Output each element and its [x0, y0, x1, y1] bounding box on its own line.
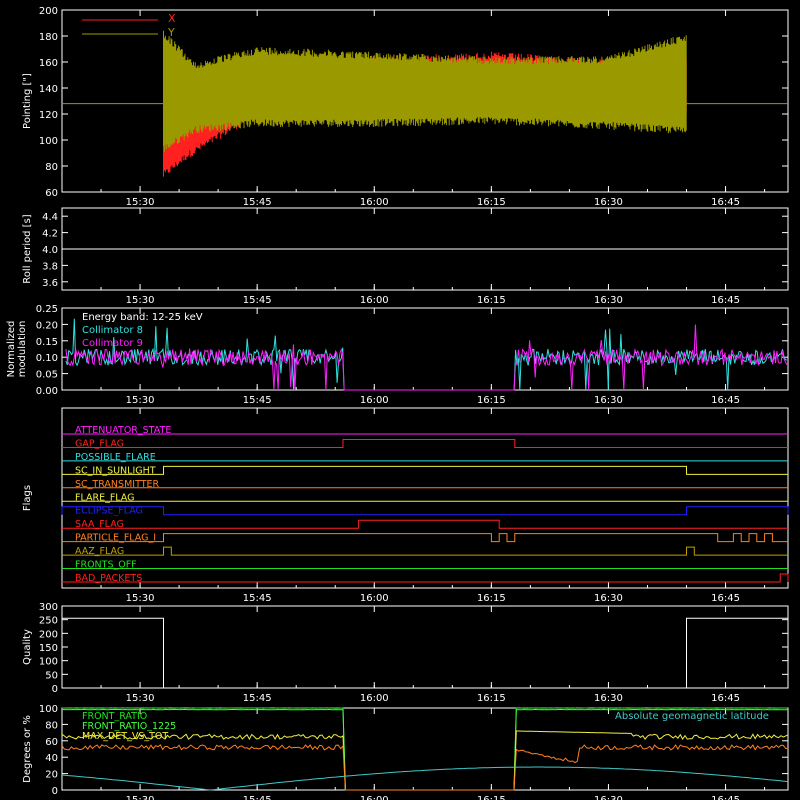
- modulation-ytick-label: 0.00: [36, 386, 58, 397]
- pointing-ytick-label: 100: [39, 136, 58, 147]
- flags-xtick-label: 15:30: [126, 593, 155, 604]
- pointing-ytick-label: 120: [39, 110, 58, 121]
- pointing-ytick-label: 80: [45, 162, 58, 173]
- modulation-legend-collimator-8: Collimator 8: [82, 325, 143, 336]
- degrees-xtick-label: 16:00: [360, 795, 389, 800]
- modulation-energy-band: Energy band: 12-25 keV: [82, 312, 203, 323]
- rhessi-quicklook-figure: 15:30 15:45 16:00 16:15 16:30 16:45 60 80 100 120…: [0, 0, 800, 800]
- flags-xtick-label: 16:45: [711, 593, 740, 604]
- degrees-ytick-label: 0: [52, 786, 58, 797]
- degrees-ytick-label: 100: [39, 704, 58, 715]
- flag-saa-flag-label: SAA_FLAG: [75, 519, 124, 530]
- degrees-ytick-label: 40: [45, 753, 58, 764]
- pointing-xtick-label: 16:00: [360, 197, 389, 208]
- roll-ytick-label: 4.4: [42, 212, 58, 223]
- modulation-xtick-label: 15:30: [126, 395, 155, 406]
- modulation-ytick-label: 0.15: [36, 337, 58, 348]
- quality-ytick-label: 200: [39, 629, 58, 640]
- modulation-xtick-label: 16:15: [477, 395, 506, 406]
- modulation-ytick-label: 0.10: [36, 353, 58, 364]
- quality-ylabel: Quality: [22, 629, 33, 665]
- degrees-xtick-label: 15:30: [126, 795, 155, 800]
- roll-ytick-label: 4.2: [42, 229, 58, 240]
- degrees-ytick-label: 20: [45, 770, 58, 781]
- pointing-ytick-label: 180: [39, 32, 58, 43]
- modulation-xtick-label: 16:30: [594, 395, 623, 406]
- roll-xtick-label: 16:15: [477, 295, 506, 306]
- flag-eclipse-flag-label: ECLIPSE_FLAG: [75, 506, 143, 517]
- degrees-xtick-label: 16:45: [711, 795, 740, 800]
- degrees-xtick-label: 15:45: [243, 795, 272, 800]
- flag-sc-in-sunlight-label: SC_IN_SUNLIGHT: [75, 465, 156, 476]
- degrees-ytick-label: 80: [45, 720, 58, 731]
- flags-xtick-label: 16:30: [594, 593, 623, 604]
- flag-fronts-off-label: FRONTS_OFF: [75, 560, 137, 571]
- degrees-xtick-label: 16:15: [477, 795, 506, 800]
- flag-attenuator-state-label: ATTENUATOR_STATE: [75, 425, 171, 436]
- legend-x-label: X: [168, 12, 176, 25]
- degrees-legend-max-det: MAX_DET_VS_TOT: [82, 731, 168, 742]
- flag-bad-packets-label: BAD_PACKETS: [75, 573, 142, 584]
- quality-ytick-label: 50: [45, 670, 58, 681]
- modulation-ylabel: Normalized: [6, 321, 17, 378]
- modulation-ytick-label: 0.05: [36, 370, 58, 381]
- pointing-xtick-label: 15:30: [126, 197, 155, 208]
- roll-xtick-label: 16:00: [360, 295, 389, 306]
- pointing-xtick-label: 16:15: [477, 197, 506, 208]
- roll-ylabel: Roll period [s]: [22, 214, 33, 283]
- quality-ytick-label: 100: [39, 657, 58, 668]
- flag-flare-flag-label: FLARE_FLAG: [75, 492, 135, 503]
- flags-ylabel: Flags: [22, 485, 33, 511]
- quality-xtick-label: 15:30: [126, 693, 155, 704]
- modulation-xtick-label: 15:45: [243, 395, 272, 406]
- flags-xtick-label: 16:00: [360, 593, 389, 604]
- flag-particle-flag-i-label: PARTICLE_FLAG_I: [75, 533, 156, 544]
- quality-ytick-label: 0: [52, 684, 58, 695]
- modulation-xtick-label: 16:00: [360, 395, 389, 406]
- quality-ytick-label: 150: [39, 643, 58, 654]
- flags-xtick-label: 16:15: [477, 593, 506, 604]
- legend-y-label: Y: [167, 26, 175, 39]
- modulation-xtick-label: 16:45: [711, 395, 740, 406]
- quality-xtick-label: 16:00: [360, 693, 389, 704]
- pointing-ytick-label: 140: [39, 84, 58, 95]
- quality-xtick-label: 16:15: [477, 693, 506, 704]
- flags-xtick-label: 15:45: [243, 593, 272, 604]
- roll-ytick-label: 4.0: [42, 245, 58, 256]
- modulation-ytick-label: 0.25: [36, 304, 58, 315]
- degrees-annotation-latitude: Absolute geomagnetic latitude: [615, 711, 769, 722]
- flag-aaz-flag-label: AAZ_FLAG: [75, 546, 124, 557]
- roll-xtick-label: 15:45: [243, 295, 272, 306]
- pointing-ytick-label: 200: [39, 6, 58, 17]
- roll-ytick-label: 3.8: [42, 261, 58, 272]
- pointing-xtick-label: 16:45: [711, 197, 740, 208]
- roll-ytick-label: 3.6: [42, 278, 58, 289]
- pointing-ytick-label: 160: [39, 58, 58, 69]
- flag-possible-flare-label: POSSIBLE_FLARE: [75, 452, 156, 463]
- quality-xtick-label: 15:45: [243, 693, 272, 704]
- pointing-ytick-label: 60: [45, 188, 58, 199]
- roll-xtick-label: 16:30: [594, 295, 623, 306]
- modulation-ylabel: modulation: [17, 321, 28, 378]
- modulation-ytick-label: 0.20: [36, 320, 58, 331]
- flag-sc-transmitter-label: SC_TRANSMITTER: [75, 479, 160, 490]
- quality-xtick-label: 16:45: [711, 693, 740, 704]
- degrees-xtick-label: 16:30: [594, 795, 623, 800]
- pointing-xtick-label: 16:30: [594, 197, 623, 208]
- degrees-ytick-label: 60: [45, 737, 58, 748]
- flag-gap-flag-label: GAP_FLAG: [75, 438, 124, 449]
- degrees-ylabel: Degrees or %: [22, 715, 33, 783]
- roll-xtick-label: 15:30: [126, 295, 155, 306]
- quality-xtick-label: 16:30: [594, 693, 623, 704]
- pointing-xtick-label: 15:45: [243, 197, 272, 208]
- roll-xtick-label: 16:45: [711, 295, 740, 306]
- quality-ytick-label: 250: [39, 616, 58, 627]
- modulation-legend-collimator-9: Collimator 9: [82, 338, 143, 349]
- quality-ytick-label: 300: [39, 602, 58, 613]
- pointing-ylabel: Pointing ["]: [22, 73, 33, 129]
